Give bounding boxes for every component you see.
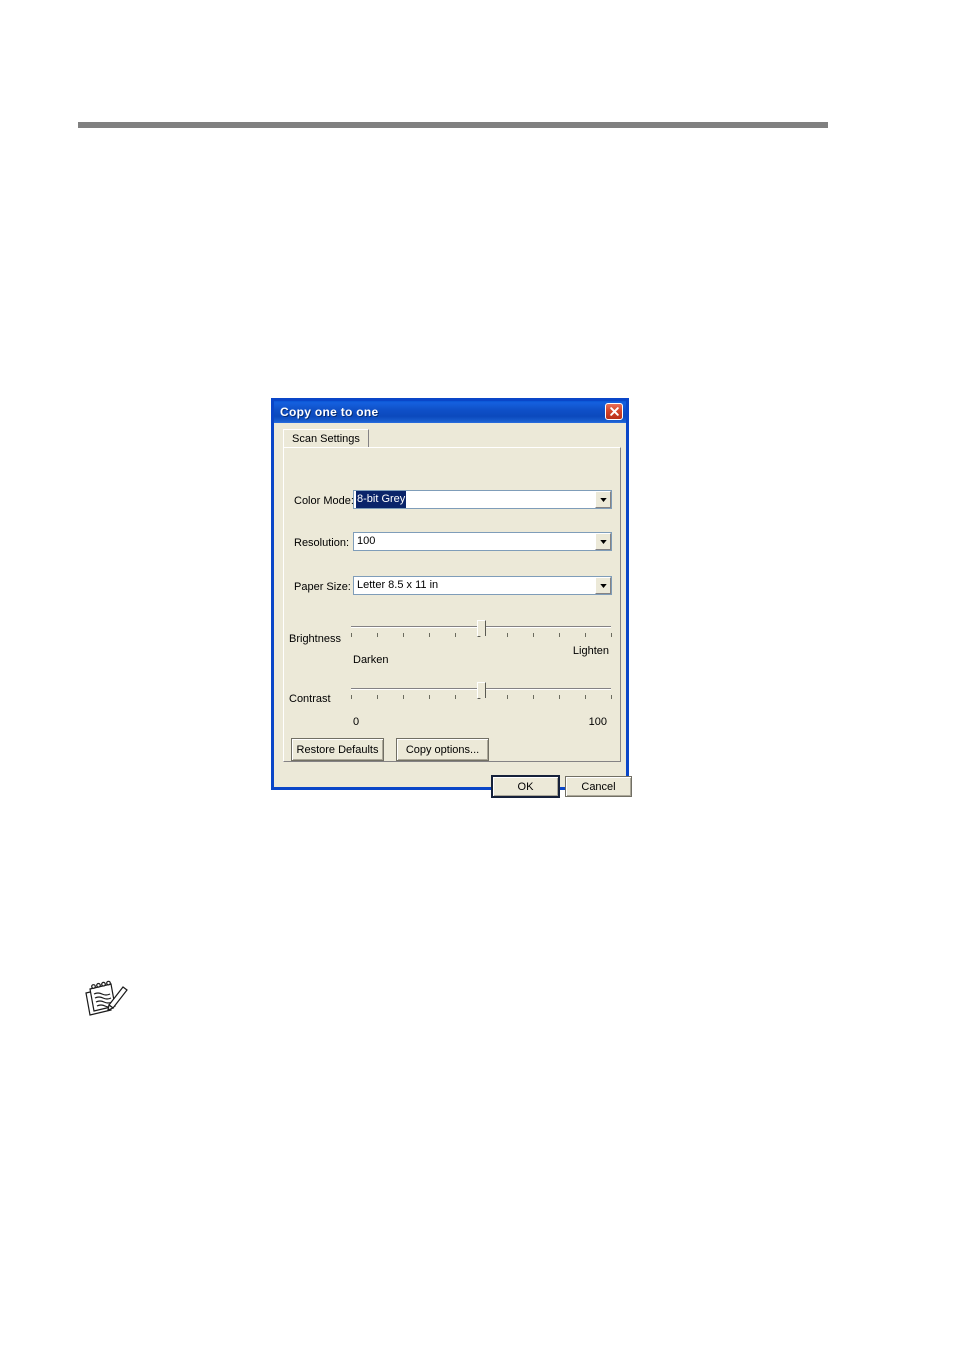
dialog-body: Scan Settings Color Mode: 8-bit Grey Res…: [274, 423, 632, 797]
brightness-label: Brightness: [289, 633, 341, 645]
tabstrip: Scan Settings: [283, 429, 621, 448]
color-mode-combobox[interactable]: 8-bit Grey: [353, 490, 612, 509]
brightness-max-caption: Lighten: [572, 645, 609, 657]
ok-label: OK: [517, 780, 534, 793]
chevron-down-icon[interactable]: [595, 491, 611, 508]
dialog-title: Copy one to one: [280, 405, 379, 419]
copy-options-button[interactable]: Copy options...: [396, 738, 489, 761]
brightness-min-caption: Darken: [353, 654, 389, 666]
restore-defaults-button[interactable]: Restore Defaults: [291, 738, 384, 761]
page-header-rule: [78, 122, 828, 128]
copy-one-to-one-dialog: Copy one to one Scan Settings Color Mode…: [271, 398, 632, 797]
chevron-down-icon[interactable]: [595, 577, 611, 594]
color-mode-value: 8-bit Grey: [356, 491, 407, 508]
tab-scan-settings[interactable]: Scan Settings: [283, 429, 369, 448]
contrast-slider[interactable]: [351, 681, 612, 707]
cancel-label: Cancel: [581, 780, 616, 793]
notepad-pencil-icon: [78, 975, 134, 1025]
contrast-min-caption: 0: [353, 716, 360, 728]
contrast-slider-thumb[interactable]: [477, 682, 488, 703]
contrast-label: Contrast: [289, 693, 331, 705]
brightness-slider-thumb[interactable]: [477, 620, 488, 641]
color-mode-label: Color Mode:: [294, 495, 354, 507]
tab-scan-settings-label: Scan Settings: [292, 433, 360, 445]
restore-defaults-label: Restore Defaults: [296, 743, 379, 756]
paper-size-combobox[interactable]: Letter 8.5 x 11 in: [353, 576, 612, 595]
resolution-label: Resolution:: [294, 537, 350, 549]
resolution-combobox[interactable]: 100: [353, 532, 612, 551]
copy-options-label: Copy options...: [405, 743, 480, 756]
contrast-max-caption: 100: [588, 716, 607, 728]
close-icon[interactable]: [605, 403, 623, 420]
cancel-button[interactable]: Cancel: [565, 776, 632, 797]
brightness-slider[interactable]: [351, 619, 612, 645]
paper-size-label: Paper Size:: [294, 581, 351, 593]
dialog-titlebar[interactable]: Copy one to one: [274, 401, 626, 423]
chevron-down-icon[interactable]: [595, 533, 611, 550]
resolution-value: 100: [357, 535, 376, 547]
ok-button[interactable]: OK: [492, 776, 559, 797]
paper-size-value: Letter 8.5 x 11 in: [357, 579, 439, 591]
